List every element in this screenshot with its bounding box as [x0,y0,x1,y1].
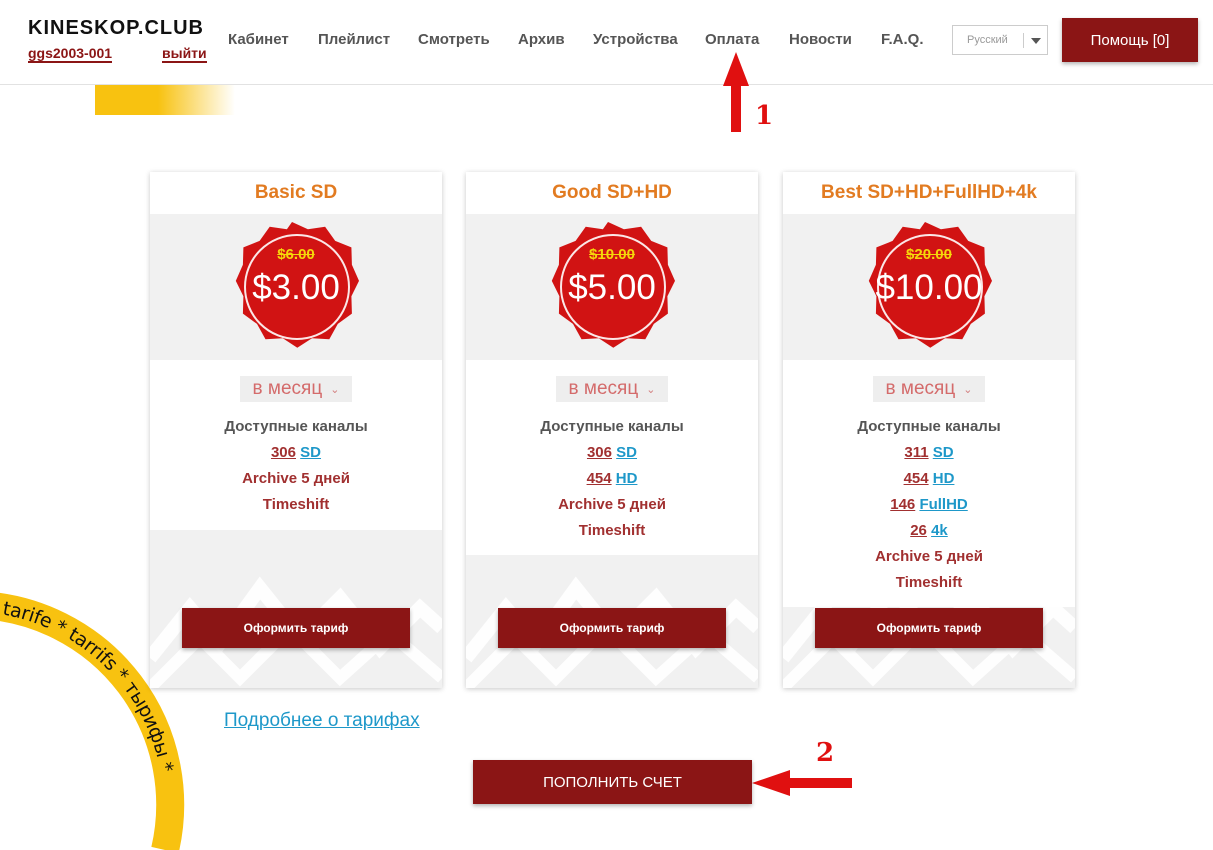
chevron-down-icon: ⌄ [330,383,340,396]
old-price: $6.00 [277,246,315,263]
plan-title: Good SD+HD [466,172,758,214]
period-select[interactable]: в месяц ⌄ [556,376,668,402]
chevron-down-icon: ⌄ [646,383,656,396]
timeshift-feature: Timeshift [578,522,646,539]
order-plan-button[interactable]: Оформить тариф [498,608,726,648]
plan-card-basic: Basic SD $6.00 $3.00 в месяц ⌄ Доступные… [150,172,442,688]
annotation-number-2: 2 [816,738,835,768]
channels-heading: Доступные каналы [540,418,684,435]
top-up-balance-button[interactable]: ПОПОЛНИТЬ СЧЕТ [473,760,752,804]
current-price: $10.00 [875,268,983,307]
annotation-arrow-left-icon [752,770,852,796]
order-plan-button[interactable]: Оформить тариф [182,608,410,648]
channel-count-sd[interactable]: 306 SD [150,444,442,461]
old-price: $10.00 [589,246,635,263]
annotation-arrow-up-icon [723,52,749,132]
old-price: $20.00 [906,246,952,263]
channel-count-sd[interactable]: 306 SD [466,444,758,461]
plan-title: Basic SD [150,172,442,214]
channel-count-fullhd[interactable]: 146 FullHD [783,496,1075,513]
archive-feature: Archive 5 дней [558,496,666,513]
plan-card-good: Good SD+HD $10.00 $5.00 в месяц ⌄ Доступ… [466,172,758,688]
plan-details: в месяц ⌄ Доступные каналы 311 SD 454 HD… [783,360,1075,607]
current-price: $5.00 [568,268,656,307]
plan-card-best: Best SD+HD+FullHD+4k $20.00 $10.00 в мес… [783,172,1075,688]
channel-count-hd[interactable]: 454 HD [466,470,758,487]
archive-feature: Archive 5 дней [242,470,350,487]
plan-details: в месяц ⌄ Доступные каналы 306 SD 454 HD… [466,360,758,555]
plan-title: Best SD+HD+FullHD+4k [783,172,1075,214]
current-price: $3.00 [252,268,340,307]
channel-count-sd[interactable]: 311 SD [783,444,1075,461]
archive-feature: Archive 5 дней [875,548,983,565]
order-plan-button[interactable]: Оформить тариф [815,608,1043,648]
tariffs-details-link[interactable]: Подробнее о тарифах [224,710,420,732]
channels-heading: Доступные каналы [224,418,368,435]
chevron-down-icon: ⌄ [963,383,973,396]
channels-heading: Доступные каналы [857,418,1001,435]
period-select[interactable]: в месяц ⌄ [873,376,985,402]
channel-count-hd[interactable]: 454 HD [783,470,1075,487]
period-value: в месяц [252,378,323,399]
timeshift-feature: Timeshift [262,496,330,513]
period-value: в месяц [885,378,956,399]
channel-count-4k[interactable]: 26 4k [783,522,1075,539]
annotation-number-1: 1 [755,101,774,131]
timeshift-feature: Timeshift [895,574,963,591]
period-value: в месяц [568,378,639,399]
period-select[interactable]: в месяц ⌄ [240,376,352,402]
plan-details: в месяц ⌄ Доступные каналы 306 SD Archiv… [150,360,442,530]
